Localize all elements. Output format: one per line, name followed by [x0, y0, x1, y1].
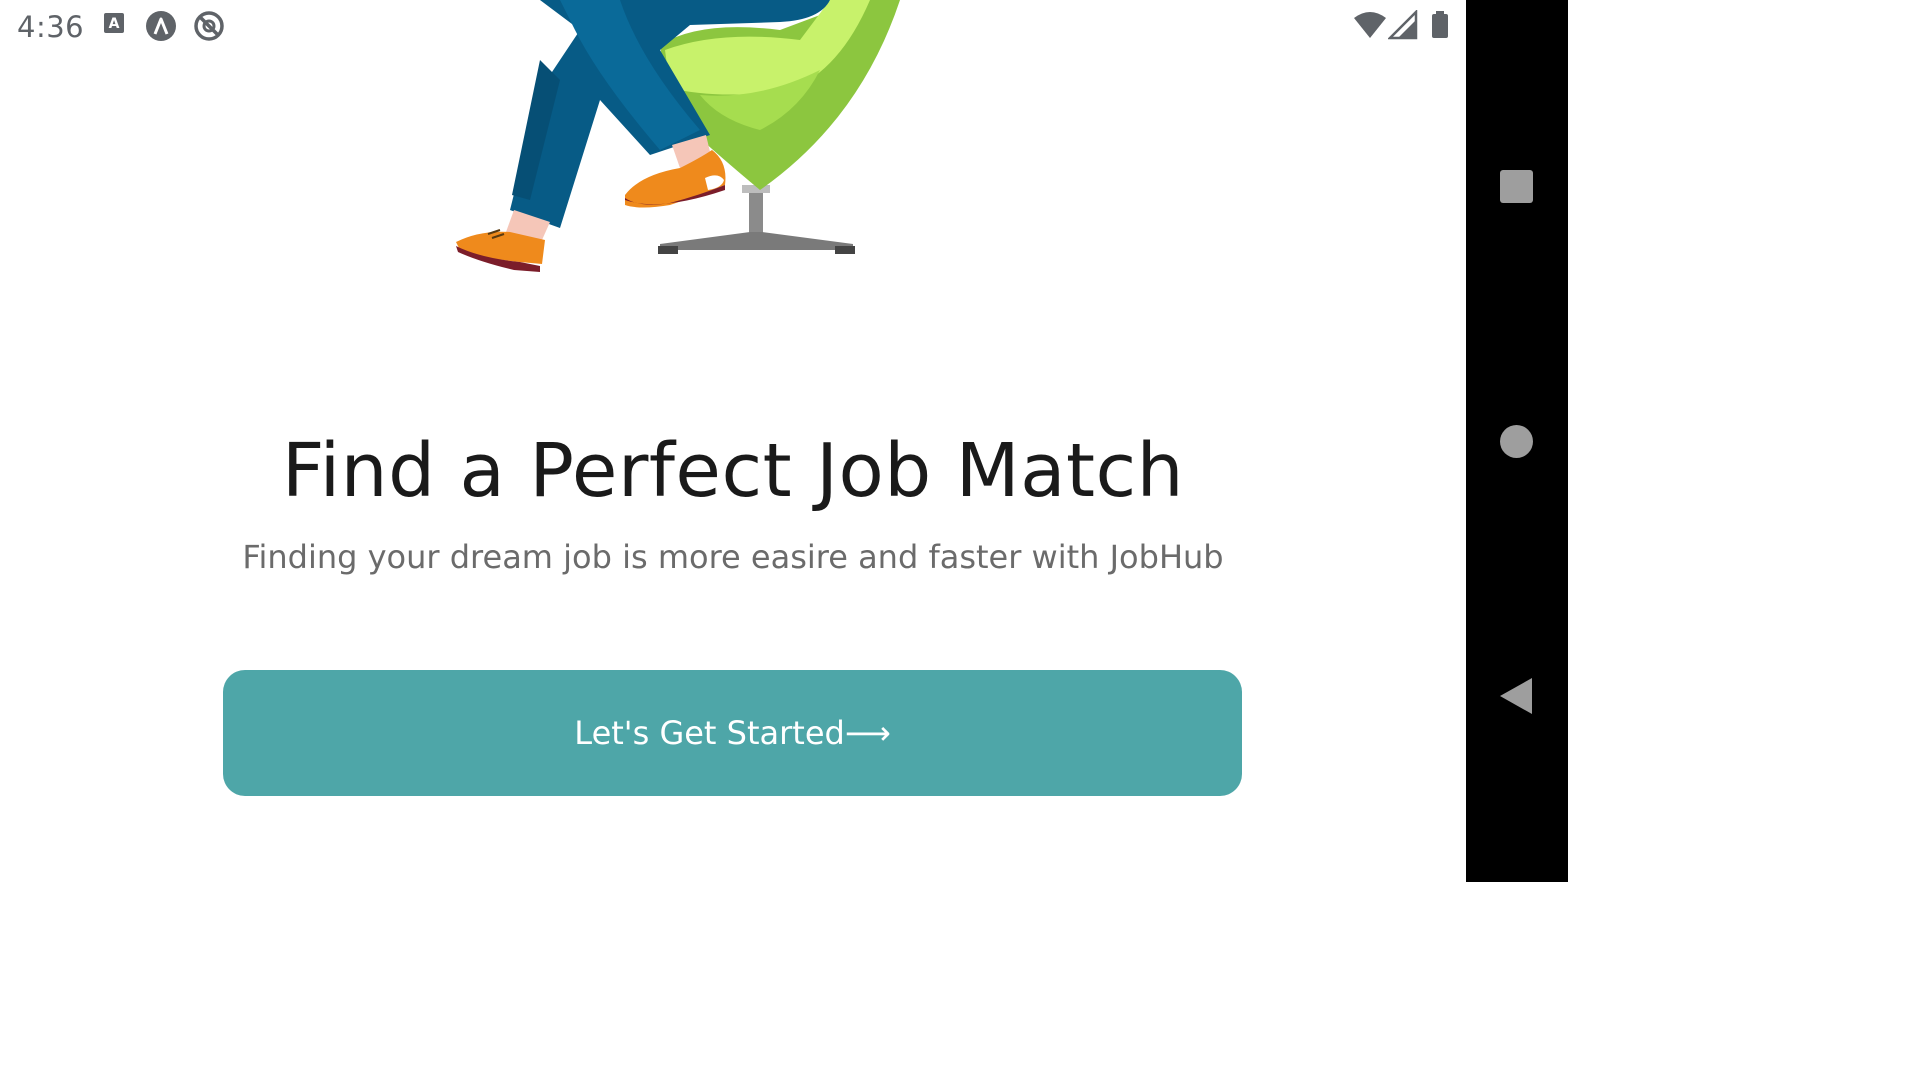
keyboard-a-icon: A [104, 13, 124, 33]
get-started-button[interactable]: Let's Get Started ⟶ [223, 670, 1242, 796]
page-subtitle: Finding your dream job is more easire an… [242, 538, 1224, 576]
recents-square-icon[interactable] [1500, 170, 1533, 203]
svg-text:A: A [109, 16, 120, 32]
app-screen: 4:36 A Find a Perfect Job Match Finding … [0, 0, 1466, 882]
status-time: 4:36 [17, 10, 85, 44]
page-title: Find a Perfect Job Match [281, 428, 1185, 514]
home-circle-icon[interactable] [1500, 425, 1533, 458]
battery-icon [1432, 11, 1448, 38]
app-lambda-icon [146, 11, 176, 41]
person-on-chair-illustration [456, 0, 900, 272]
back-triangle-icon[interactable] [1496, 676, 1536, 716]
arrow-right-icon: ⟶ [844, 714, 891, 752]
signal-icon [1388, 10, 1418, 40]
get-started-label: Let's Get Started [574, 714, 845, 752]
no-sync-icon [194, 11, 224, 41]
wifi-icon [1354, 12, 1386, 38]
